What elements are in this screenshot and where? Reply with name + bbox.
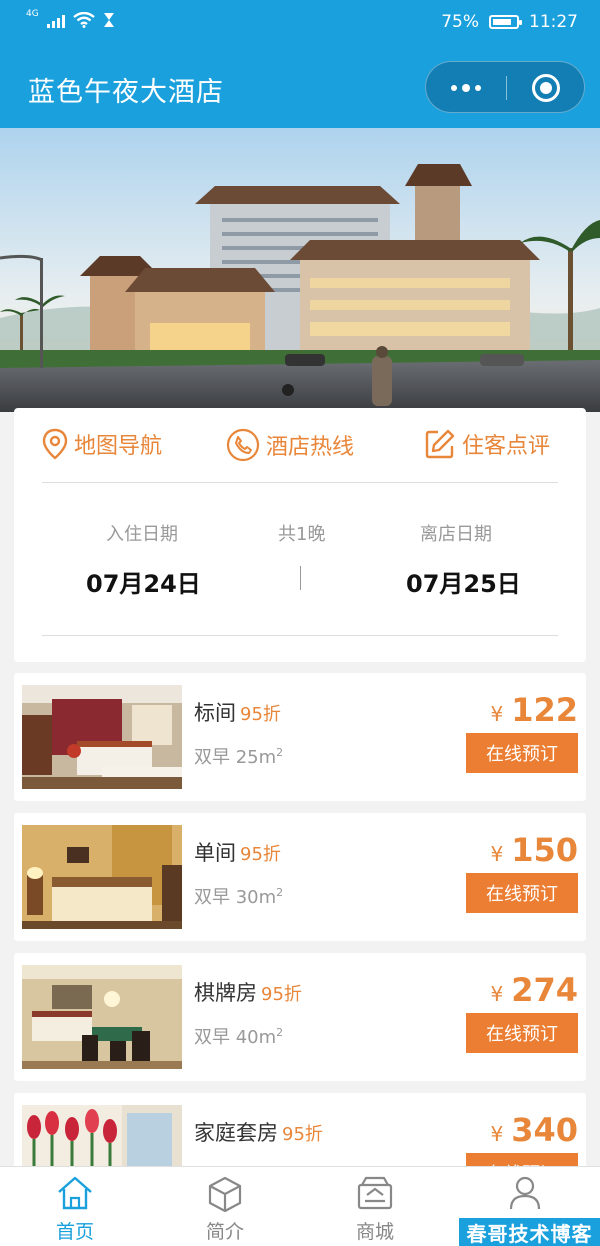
room-photo [22,825,182,929]
checkout-label: 离店日期 [420,524,492,545]
price-value: 150 [511,831,578,869]
hotel-info-card: 地图导航 酒店热线 住客点评 入住日期 共1晚 离店日期 07月24日 07月2… [14,408,586,662]
room-spec: 双早 30m2 [194,883,283,909]
room-card[interactable]: 标间 95折 双早 25m2 ¥122 在线预订 [14,673,586,801]
signal-icon [46,12,65,28]
hourglass-icon [103,13,114,27]
price-value: 274 [511,971,578,1009]
quick-actions: 地图导航 酒店热线 住客点评 [14,408,586,484]
area-unit-superscript: 2 [276,1026,284,1039]
clock: 11:27 [529,12,578,32]
miniprogram-capsule [425,61,585,113]
room-title: 棋牌房 95折 [194,977,302,1007]
network-type: 4G [26,9,39,19]
room-discount: 95折 [282,1124,323,1145]
currency-symbol: ¥ [490,982,504,1006]
room-title: 标间 95折 [194,697,281,727]
room-spec-text: 双早 40m [194,1027,277,1048]
phone-icon [226,428,260,462]
room-price: ¥122 [490,691,578,729]
room-card[interactable]: 单间 95折 双早 30m2 ¥150 在线预订 [14,813,586,941]
tab-home-label: 首页 [55,1221,94,1243]
room-discount: 95折 [261,984,302,1005]
tab-mall-label: 商城 [355,1221,394,1243]
divider [42,482,558,483]
shop-icon [357,1176,393,1210]
tab-mall[interactable]: 商城 [300,1167,450,1246]
hotel-building-illustration [0,128,600,412]
guest-reviews-label: 住客点评 [462,434,551,459]
price-value: 340 [511,1111,578,1149]
navigation-bar: 蓝色午夜大酒店 [0,46,600,128]
hotel-banner-image[interactable] [0,128,600,412]
target-icon [532,74,560,102]
room-price: ¥150 [490,831,578,869]
room-price: ¥340 [490,1111,578,1149]
page-title: 蓝色午夜大酒店 [28,77,224,108]
room-discount: 95折 [240,844,281,865]
room-discount: 95折 [240,704,281,725]
checkout-date[interactable]: 07月25日 [406,564,521,599]
room-spec-text: 双早 30m [194,887,277,908]
hotel-hotline-label: 酒店热线 [266,435,355,460]
carousel-indicator-dot[interactable] [282,384,294,396]
date-separator [300,566,301,590]
room-spec: 双早 25m2 [194,743,283,769]
cube-icon [208,1176,242,1213]
tab-home[interactable]: 首页 [0,1167,150,1246]
price-value: 122 [511,691,578,729]
blog-watermark: 春哥技术博客 [459,1218,600,1246]
battery-percent: 75% [441,12,479,32]
tab-intro[interactable]: 简介 [150,1167,300,1246]
room-spec-text: 双早 25m [194,747,277,768]
edit-icon [425,429,455,459]
area-unit-superscript: 2 [276,746,284,759]
room-name: 棋牌房 [194,981,257,1005]
room-photo [22,685,182,789]
divider [42,635,558,636]
checkin-label: 入住日期 [106,524,178,545]
map-navigation-button[interactable]: 地图导航 [42,428,162,460]
nights-count: 共1晚 [278,524,326,545]
room-name: 单间 [194,841,236,865]
wifi-icon [72,12,95,28]
more-dots-icon [451,84,481,92]
room-photo [22,965,182,1069]
hotel-hotline-button[interactable]: 酒店热线 [226,428,354,462]
room-spec: 双早 40m2 [194,1023,283,1049]
close-miniprogram-button[interactable] [506,62,586,114]
book-online-button[interactable]: 在线预订 [466,1013,578,1053]
book-online-button[interactable]: 在线预订 [466,873,578,913]
status-bar: 4G 75% 11:27 [0,0,600,46]
currency-symbol: ¥ [490,1122,504,1146]
book-online-button[interactable]: 在线预订 [466,733,578,773]
map-navigation-label: 地图导航 [74,434,163,459]
room-price: ¥274 [490,971,578,1009]
area-unit-superscript: 2 [276,886,284,899]
home-icon [58,1176,92,1210]
room-card[interactable]: 棋牌房 95折 双早 40m2 ¥274 在线预订 [14,953,586,1081]
currency-symbol: ¥ [490,842,504,866]
guest-reviews-button[interactable]: 住客点评 [424,428,550,460]
currency-symbol: ¥ [490,702,504,726]
tab-intro-label: 简介 [205,1221,244,1243]
room-title: 家庭套房 95折 [194,1117,323,1147]
room-name: 标间 [194,701,236,725]
more-menu-button[interactable] [426,62,506,114]
battery-icon [489,15,522,29]
room-title: 单间 95折 [194,837,281,867]
room-name: 家庭套房 [194,1121,278,1145]
checkin-date[interactable]: 07月24日 [86,564,201,599]
location-pin-icon [42,428,68,460]
user-icon [509,1176,541,1210]
